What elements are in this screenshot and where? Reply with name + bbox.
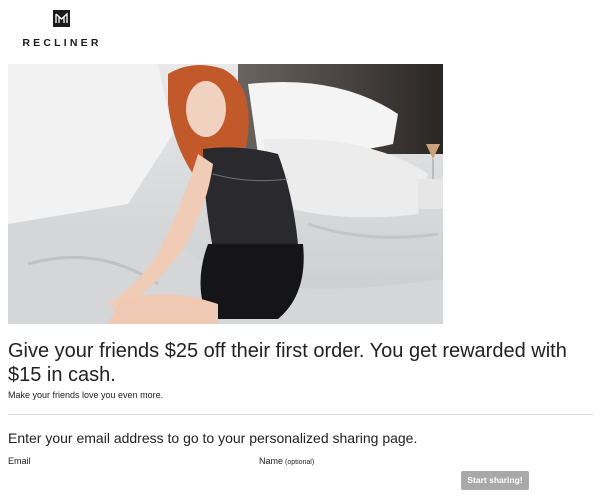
offer-headline: Give your friends $25 off their first or… bbox=[8, 340, 567, 386]
hero-image bbox=[8, 64, 443, 324]
email-prompt: Enter your email address to go to your p… bbox=[8, 430, 418, 446]
brand-logo[interactable]: RECLINER bbox=[16, 8, 106, 49]
name-label-text: Name bbox=[259, 456, 284, 466]
offer-subline: Make your friends love you even more. bbox=[8, 390, 164, 400]
brand-name: RECLINER bbox=[22, 37, 102, 49]
email-label: Email bbox=[8, 456, 31, 466]
name-optional-note: (optional) bbox=[285, 459, 315, 466]
email-input[interactable] bbox=[8, 468, 248, 490]
name-label: Name (optional) bbox=[259, 456, 314, 466]
recliner-monogram-icon bbox=[52, 10, 70, 27]
section-divider bbox=[8, 414, 594, 415]
name-input[interactable] bbox=[259, 468, 449, 490]
start-sharing-button[interactable]: Start sharing! bbox=[461, 471, 529, 490]
